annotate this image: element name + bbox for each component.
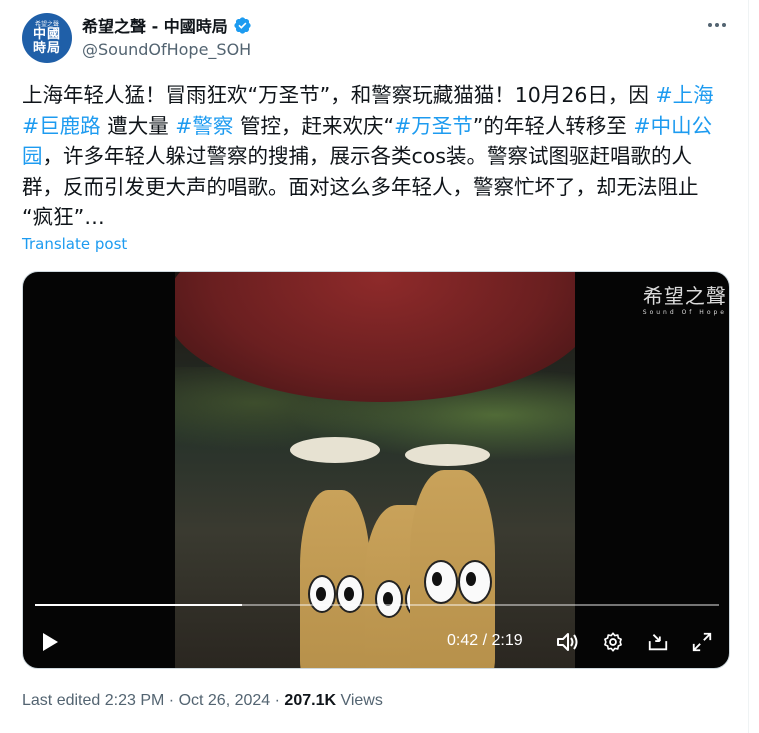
hashtag-link[interactable]: #巨鹿路 [22, 114, 101, 138]
tweet-text-segment: 遭大量 [100, 113, 176, 138]
video-watermark: 希望之聲 Sound Of Hope [643, 280, 727, 316]
costume-eye [424, 560, 458, 604]
post-time[interactable]: 2:23 PM [105, 692, 165, 709]
costume-eye [336, 575, 364, 613]
author-name-row: 希望之聲 - 中國時局 [82, 13, 252, 37]
avatar-top-text: 希望之聲 [34, 20, 59, 28]
video-time: 0:42 / 2:19 [447, 632, 523, 650]
fullscreen-icon[interactable] [687, 624, 717, 660]
white-umbrella [290, 437, 380, 463]
post-date[interactable]: Oct 26, 2024 [179, 692, 271, 709]
video-current-time: 0:42 [447, 632, 479, 649]
white-umbrella [405, 444, 490, 466]
views-label: Views [340, 692, 383, 709]
costume-eye [458, 560, 492, 604]
tweet-text-segment: ，许多年轻人躲过警察的搜捕，展示各类cos装。警察试图驱赶唱歌的人 群，反而引发… [22, 144, 699, 229]
video-frame [175, 272, 575, 668]
author-display-name[interactable]: 希望之聲 - 中國時局 [82, 13, 228, 37]
video-progress-bar[interactable] [35, 604, 719, 606]
meta-separator: · [274, 692, 280, 709]
hashtag-link[interactable]: #上海 [655, 83, 713, 107]
tweet-card: 希望之聲 中國 時局 希望之聲 - 中國時局 @SoundOfHope_SOH … [0, 0, 749, 733]
video-progress-fill [35, 604, 242, 606]
hashtag-link[interactable]: #万圣节 [394, 114, 473, 138]
hashtag-link[interactable]: #警察 [175, 114, 233, 138]
volume-icon[interactable] [553, 624, 583, 660]
settings-icon[interactable] [598, 624, 628, 660]
dock-icon[interactable] [643, 624, 673, 660]
tweet-metadata: Last edited 2:23 PM · Oct 26, 2024 · 207… [22, 692, 383, 710]
views-count: 207.1K [284, 692, 337, 709]
costume-eye [375, 580, 403, 618]
last-edited-label[interactable]: Last edited [22, 692, 100, 709]
translate-post-link[interactable]: Translate post [22, 235, 127, 253]
video-controls: 0:42 / 2:19 [23, 624, 729, 660]
costume-eye [308, 575, 336, 613]
play-icon[interactable] [35, 624, 65, 660]
verified-badge-icon[interactable] [233, 16, 252, 35]
tweet-text-segment: ”的年轻人转移至 [472, 113, 634, 138]
avatar-line2: 時局 [32, 40, 61, 56]
author-handle[interactable]: @SoundOfHope_SOH [82, 40, 251, 59]
tweet-text: 上海年轻人猛！冒雨狂欢“万圣节”，和警察玩藏猫猫！10月26日，因 #上海 #巨… [22, 80, 734, 233]
avatar-line1: 中國 [32, 26, 61, 42]
video-player[interactable]: 希望之聲 Sound Of Hope 0:42 / 2:19 [22, 271, 730, 669]
tweet-text-segment: 管控，赶来欢庆“ [233, 113, 395, 138]
tweet-text-segment: 上海年轻人猛！冒雨狂欢“万圣节”，和警察玩藏猫猫！10月26日，因 [22, 83, 656, 107]
meta-separator: · [168, 692, 175, 709]
video-duration: 2:19 [491, 632, 523, 649]
watermark-sub: Sound Of Hope [642, 309, 727, 316]
watermark-main: 希望之聲 [642, 284, 727, 308]
more-options-icon[interactable] [704, 14, 730, 38]
avatar[interactable]: 希望之聲 中國 時局 [22, 13, 72, 63]
